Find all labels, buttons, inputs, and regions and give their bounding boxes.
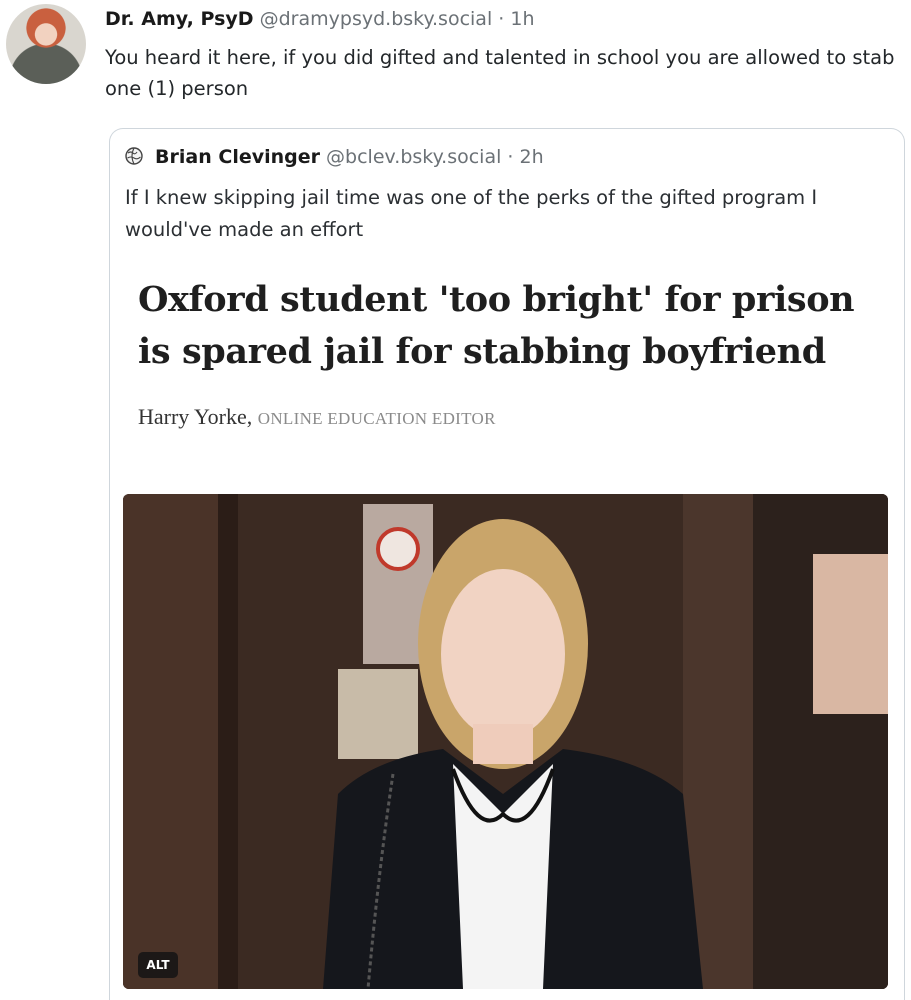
author-avatar[interactable] (6, 4, 86, 84)
article-byline: Harry Yorke, ONLINE EDUCATION EDITOR (138, 404, 496, 430)
photo-illustration (123, 494, 888, 989)
post-text: You heard it here, if you did gifted and… (105, 46, 895, 100)
quote-header: Brian Clevinger @bclev.bsky.social · 2h (125, 146, 544, 170)
quote-text: If I knew skipping jail time was one of … (125, 186, 818, 241)
separator: · (507, 146, 514, 168)
separator: · (498, 8, 505, 30)
quote-author-name[interactable]: Brian Clevinger (155, 146, 320, 168)
author-name[interactable]: Dr. Amy, PsyD (105, 8, 254, 30)
post-header: Dr. Amy, PsyD @dramypsyd.bsky.social · 1… (105, 8, 535, 30)
byline-name: Harry Yorke, (138, 404, 253, 429)
article-photo[interactable] (123, 494, 888, 989)
article-headline: Oxford student 'too bright' for prison i… (138, 279, 855, 372)
alt-badge[interactable]: ALT (138, 952, 178, 978)
quote-author-handle[interactable]: @bclev.bsky.social (326, 146, 501, 168)
globe-icon (125, 147, 143, 170)
quote-time[interactable]: 2h (520, 146, 544, 168)
byline-role: ONLINE EDUCATION EDITOR (257, 409, 496, 428)
author-handle[interactable]: @dramypsyd.bsky.social (260, 8, 493, 30)
post-time[interactable]: 1h (510, 8, 534, 30)
